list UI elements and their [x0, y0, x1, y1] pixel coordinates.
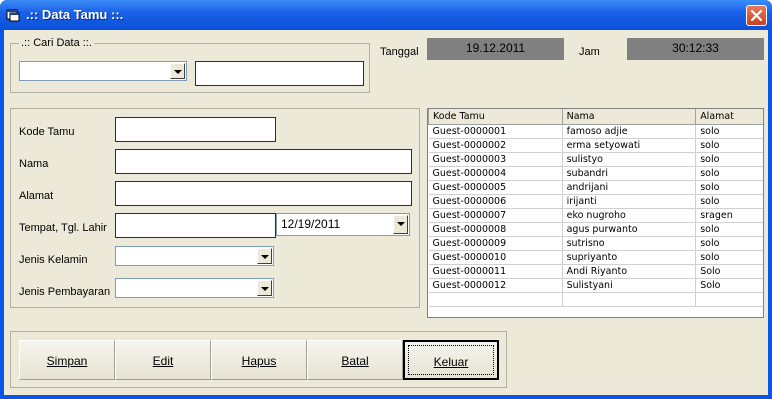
- cell-nama: irijanti: [562, 194, 697, 209]
- cell-kode: Guest-0000004: [428, 166, 563, 181]
- edit-button[interactable]: Edit: [115, 340, 211, 380]
- cell-kode: Guest-0000002: [428, 138, 563, 153]
- table-row[interactable]: Guest-0000004 subandri solo: [428, 166, 763, 181]
- cell-alamat: solo: [695, 152, 763, 167]
- cell-alamat: solo: [695, 124, 763, 139]
- close-button[interactable]: [746, 5, 767, 26]
- cell-nama: Andi Riyanto: [562, 264, 697, 279]
- cell-kode: Guest-0000010: [428, 250, 563, 265]
- cell-nama: erma setyowati: [562, 138, 697, 153]
- client-area: .:: Cari Data ::. Tanggal 19.12.2011 Jam…: [4, 30, 768, 395]
- cell-nama: subandri: [562, 166, 697, 181]
- tanggal-lahir-picker[interactable]: 12/19/2011: [276, 213, 410, 236]
- table-row[interactable]: Guest-0000010 supriyanto solo: [428, 250, 763, 265]
- alamat-label: Alamat: [19, 190, 54, 202]
- time-display: 30:12:33: [627, 38, 764, 60]
- data-grid[interactable]: Kode Tamu Nama Alamat Guest-0000001 famos…: [427, 108, 764, 318]
- table-row-empty[interactable]: [428, 292, 763, 307]
- cell-empty: [695, 292, 763, 307]
- table-row[interactable]: Guest-0000005 andrijani solo: [428, 180, 763, 195]
- cell-kode: Guest-0000011: [428, 264, 563, 279]
- jenis-kelamin-label: Jenis Kelamin: [19, 254, 88, 266]
- table-header-row: Kode Tamu Nama Alamat: [428, 109, 763, 125]
- cell-alamat: solo: [695, 138, 763, 153]
- cell-alamat: solo: [695, 166, 763, 181]
- cell-kode: Guest-0000006: [428, 194, 563, 209]
- search-group-caption: .:: Cari Data ::.: [19, 37, 94, 49]
- app-window-icon: [6, 9, 20, 22]
- table-row[interactable]: Guest-0000009 sutrisno solo: [428, 236, 763, 251]
- close-icon: [750, 9, 763, 22]
- table-row[interactable]: Guest-0000003 sulistyo solo: [428, 152, 763, 167]
- guest-table: Kode Tamu Nama Alamat Guest-0000001 famos…: [428, 109, 763, 307]
- table-row[interactable]: Guest-0000002 erma setyowati solo: [428, 138, 763, 153]
- cell-kode: Guest-0000007: [428, 208, 563, 223]
- nama-label: Nama: [19, 158, 49, 170]
- date-display: 19.12.2011: [427, 38, 564, 60]
- kode-tamu-label: Kode Tamu: [19, 126, 75, 138]
- kode-tamu-input[interactable]: [115, 117, 276, 142]
- cell-nama: andrijani: [562, 180, 697, 195]
- cell-kode: Guest-0000001: [428, 124, 563, 139]
- chevron-down-icon[interactable]: [170, 63, 185, 79]
- cell-alamat: solo: [695, 222, 763, 237]
- cell-kode: Guest-0000008: [428, 222, 563, 237]
- cell-nama: sulistyo: [562, 152, 697, 167]
- time-label: Jam: [579, 46, 600, 58]
- main-window: .:: Data Tamu ::. .:: Cari Data ::. Tang…: [0, 0, 772, 399]
- hapus-button-label: Hapus: [241, 354, 277, 368]
- cell-alamat: Solo: [695, 278, 763, 293]
- search-field-combo[interactable]: [19, 61, 187, 81]
- column-header-kode[interactable]: Kode Tamu: [428, 109, 563, 125]
- table-row[interactable]: Guest-0000006 irijanti solo: [428, 194, 763, 209]
- cell-nama: supriyanto: [562, 250, 697, 265]
- edit-button-label: Edit: [152, 354, 174, 368]
- jenis-kelamin-select[interactable]: [115, 246, 274, 266]
- date-label: Tanggal: [380, 46, 419, 58]
- batal-button[interactable]: Batal: [307, 340, 403, 380]
- window-title: .:: Data Tamu ::.: [26, 7, 124, 22]
- cell-kode: Guest-0000009: [428, 236, 563, 251]
- cell-empty: [562, 292, 697, 307]
- cell-nama: Sulistyani: [562, 278, 697, 293]
- simpan-button[interactable]: Simpan: [19, 340, 115, 380]
- title-bar[interactable]: .:: Data Tamu ::.: [0, 0, 772, 30]
- cell-kode: Guest-0000012: [428, 278, 563, 293]
- tempat-tgl-lahir-label: Tempat, Tgl. Lahir: [19, 222, 107, 234]
- cell-nama: eko nugroho: [562, 208, 697, 223]
- column-header-nama[interactable]: Nama: [561, 109, 697, 125]
- keluar-button[interactable]: Keluar: [403, 340, 499, 380]
- batal-button-label: Batal: [341, 354, 369, 368]
- chevron-down-icon[interactable]: [393, 215, 408, 234]
- table-row[interactable]: Guest-0000008 agus purwanto solo: [428, 222, 763, 237]
- table-row[interactable]: Guest-0000007 eko nugroho sragen: [428, 208, 763, 223]
- cell-nama: agus purwanto: [562, 222, 697, 237]
- column-header-alamat[interactable]: Alamat: [695, 109, 763, 125]
- tanggal-lahir-value: 12/19/2011: [281, 217, 341, 231]
- cell-alamat: Solo: [695, 264, 763, 279]
- cell-alamat: sragen: [695, 208, 763, 223]
- alamat-input[interactable]: [115, 181, 412, 206]
- tempat-lahir-input[interactable]: [115, 213, 276, 238]
- cell-alamat: solo: [695, 180, 763, 195]
- cell-alamat: solo: [695, 250, 763, 265]
- jenis-pembayaran-select[interactable]: [115, 278, 274, 298]
- chevron-down-icon[interactable]: [257, 248, 272, 264]
- hapus-button[interactable]: Hapus: [211, 340, 307, 380]
- simpan-button-label: Simpan: [46, 354, 88, 368]
- table-row[interactable]: Guest-0000001 famoso adjie solo: [428, 124, 763, 139]
- jenis-pembayaran-label: Jenis Pembayaran: [19, 286, 111, 298]
- cell-alamat: solo: [695, 236, 763, 251]
- table-row[interactable]: Guest-0000012 Sulistyani Solo: [428, 278, 763, 293]
- table-row[interactable]: Guest-0000011 Andi Riyanto Solo: [428, 264, 763, 279]
- chevron-down-icon[interactable]: [257, 280, 272, 296]
- cell-nama: sutrisno: [562, 236, 697, 251]
- cell-kode: Guest-0000005: [428, 180, 563, 195]
- cell-nama: famoso adjie: [562, 124, 697, 139]
- cell-alamat: solo: [695, 194, 763, 209]
- cell-kode: Guest-0000003: [428, 152, 563, 167]
- nama-input[interactable]: [115, 149, 412, 174]
- search-input[interactable]: [195, 61, 364, 86]
- cell-empty: [428, 292, 563, 307]
